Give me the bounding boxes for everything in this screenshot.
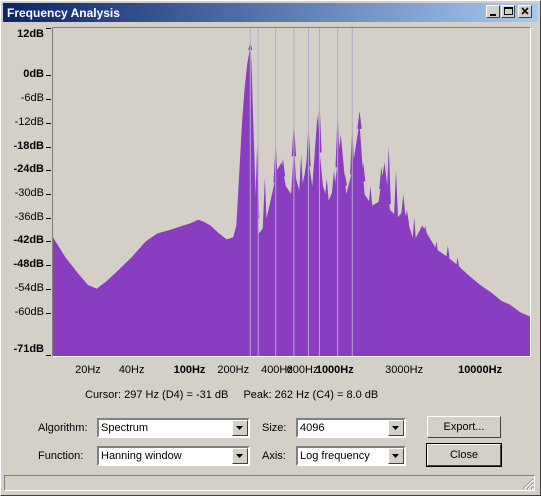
y-tick-label: -36dB (14, 210, 44, 223)
chevron-down-icon[interactable] (232, 420, 248, 436)
spectrum-peak (412, 217, 417, 247)
y-tick-mark (46, 241, 51, 243)
y-tick-mark (46, 99, 51, 101)
chevron-down-icon[interactable] (232, 448, 248, 464)
y-tick-mark (46, 355, 51, 356)
minimize-icon (490, 14, 496, 16)
x-tick-label: 10000Hz (458, 364, 503, 376)
close-icon (521, 7, 529, 15)
peak-readout: Peak: 262 Hz (C4) = 8.0 dB (243, 389, 379, 401)
y-tick-mark (46, 217, 51, 219)
function-select[interactable]: Hanning window (97, 446, 250, 466)
x-tick-label: 100Hz (173, 364, 206, 376)
size-select[interactable]: 4096 (296, 418, 406, 438)
y-tick-label: -48dB (13, 258, 44, 271)
spectrum-peak (368, 186, 373, 210)
algorithm-select[interactable]: Spectrum (97, 418, 250, 438)
y-tick-mark (46, 265, 51, 267)
function-label: Function: (38, 450, 84, 462)
y-tick-mark (46, 312, 51, 314)
y-tick-label: -18dB (13, 139, 44, 152)
export-button[interactable]: Export... (427, 416, 501, 438)
resize-grip-icon[interactable] (522, 478, 534, 490)
y-tick-label: -30dB (14, 186, 44, 199)
spectrum-peak (393, 170, 399, 223)
y-tick-label: -12dB (14, 115, 44, 128)
maximize-icon (504, 7, 513, 15)
y-tick-label: 12dB (17, 28, 44, 40)
x-tick-label: 1000Hz (315, 364, 354, 376)
algorithm-value: Spectrum (101, 422, 149, 434)
status-readout: Cursor: 297 Hz (D4) = -31 dB Peak: 262 H… (85, 389, 390, 401)
size-label: Size: (262, 422, 287, 434)
y-tick-label: 0dB (23, 68, 44, 81)
y-tick-mark (46, 170, 51, 172)
y-tick-label: -42dB (13, 234, 44, 247)
y-tick-mark (46, 122, 51, 124)
close-button[interactable]: Close (426, 443, 502, 467)
spectrum-peak (298, 154, 304, 197)
spectrum-peak (445, 245, 451, 264)
spectrum-peak (401, 193, 406, 217)
title-bar[interactable]: Frequency Analysis (3, 3, 538, 22)
y-tick-label: -54dB (14, 281, 44, 294)
window-title: Frequency Analysis (7, 6, 120, 20)
y-tick-mark (46, 193, 51, 195)
algorithm-label: Algorithm: (38, 422, 88, 434)
cursor-readout: Cursor: 297 Hz (D4) = -31 dB (85, 389, 229, 401)
function-value: Hanning window (101, 450, 182, 462)
y-tick-label: -6dB (20, 92, 44, 105)
y-tick-label: -24dB (13, 163, 44, 176)
y-tick-mark (46, 75, 51, 77)
spectrum-plot[interactable] (53, 28, 530, 356)
y-tick-mark (46, 288, 51, 290)
axis-label: Axis: (262, 450, 286, 462)
x-tick-label: 200Hz (217, 364, 250, 376)
y-tick-label: -71dB (13, 343, 44, 355)
y-tick-mark (46, 28, 51, 29)
spectrum-peak (324, 178, 329, 204)
spectrum-peak (357, 110, 362, 129)
axis-select[interactable]: Log frequency (296, 446, 406, 466)
close-window-button[interactable] (518, 5, 532, 18)
y-tick-mark (46, 146, 51, 148)
spectrum-peak (386, 146, 391, 205)
x-tick-label: 20Hz (75, 364, 101, 376)
x-tick-label: 3000Hz (385, 364, 424, 376)
size-value: 4096 (300, 422, 325, 434)
x-tick-label: 600Hz (286, 364, 319, 376)
axis-value: Log frequency (300, 450, 370, 462)
chevron-down-icon[interactable] (388, 420, 404, 436)
x-tick-label: 40Hz (118, 364, 145, 376)
maximize-button[interactable] (501, 5, 515, 18)
status-bar (4, 475, 535, 491)
spectrum-peak (262, 178, 268, 232)
minimize-button[interactable] (486, 5, 500, 18)
chevron-down-icon[interactable] (388, 448, 404, 464)
y-tick-label: -60dB (14, 305, 44, 318)
